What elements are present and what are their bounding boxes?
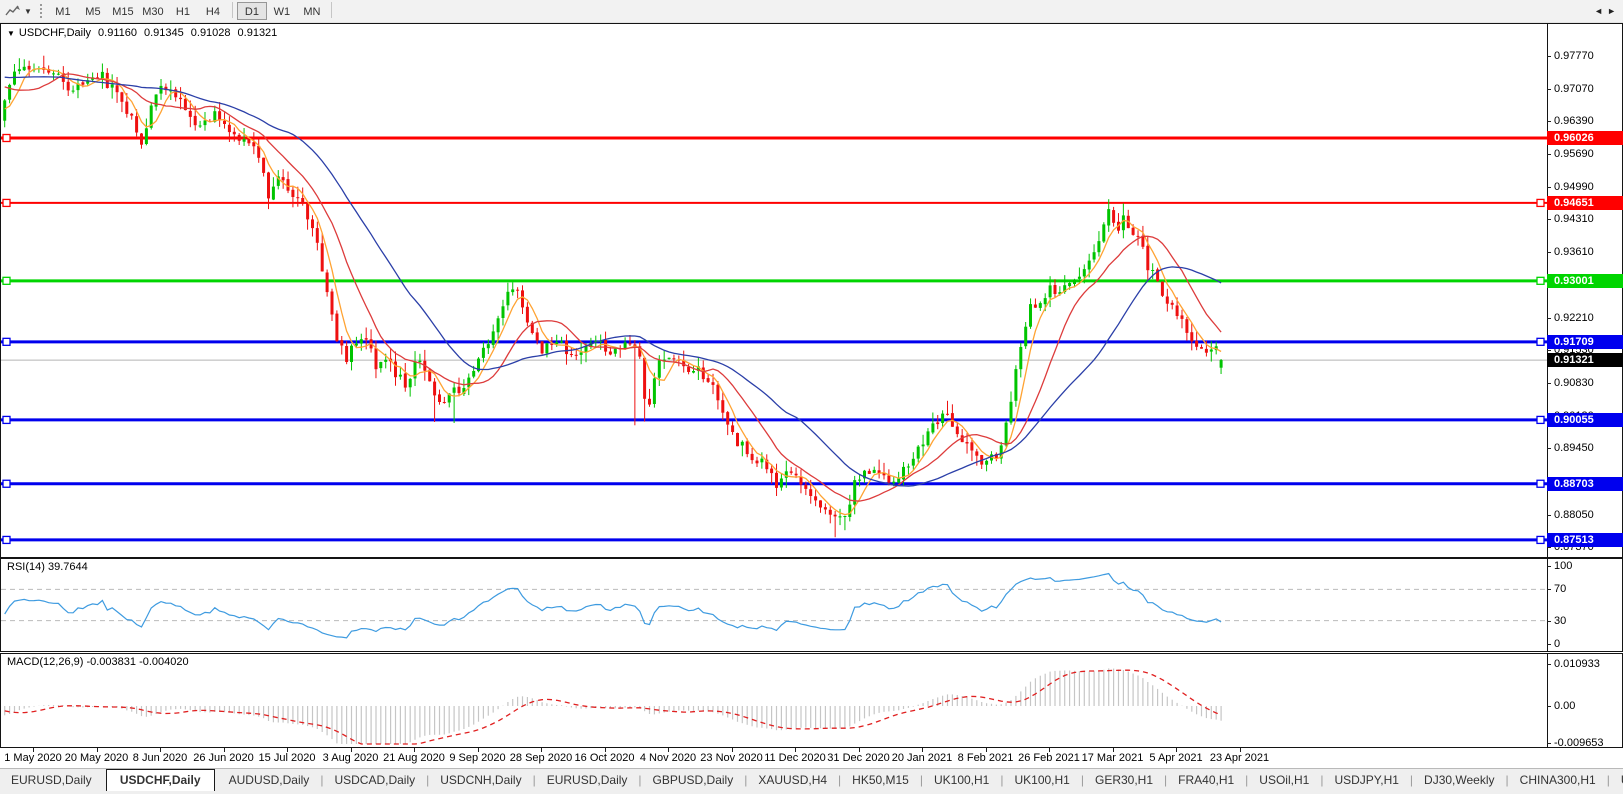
timeframe-button-W1[interactable]: W1 [267, 2, 297, 20]
timeframe-button-MN[interactable]: MN [297, 2, 327, 20]
date-tick-label: 3 Aug 2020 [322, 752, 379, 764]
date-tick-label: 4 Nov 2020 [639, 752, 697, 764]
symbol-title: USDCHF,Daily [18, 27, 92, 39]
chart-tab-bar: EURUSD,Daily|USDCHF,Daily|AUDUSD,Daily|U… [0, 768, 1623, 794]
tab-scroll-right-icon[interactable]: ► [1607, 6, 1620, 16]
chart-tab-DJ30-Weekly[interactable]: DJ30,Weekly [1413, 769, 1505, 791]
chart-tab-XAUUSD-H4[interactable]: XAUUSD,H4 [747, 769, 838, 791]
macd-axis-separator [1547, 654, 1548, 747]
tab-scroll-left-icon[interactable]: ◄ [1594, 6, 1607, 16]
chart-tab-UK100-H1[interactable]: UK100,H1 [1003, 769, 1080, 791]
rsi-label: RSI(14) 39.7644 [7, 561, 88, 573]
chart-tab-USDCNH-Daily[interactable]: USDCNH,Daily [429, 769, 532, 791]
date-tick-label: 8 Feb 2021 [957, 752, 1014, 764]
date-tick-label: 23 Nov 2020 [700, 752, 763, 764]
date-tick-label: 28 Sep 2020 [509, 752, 573, 764]
date-tick-label: 11 Dec 2020 [764, 752, 826, 764]
timeframe-button-H1[interactable]: H1 [168, 2, 198, 20]
date-tick-label: 1 May 2020 [4, 752, 62, 764]
tab-scroll-arrows: ◄► [1594, 6, 1620, 16]
timeframe-button-D1[interactable]: D1 [236, 2, 267, 20]
chart-tab-FRA40-H1[interactable]: FRA40,H1 [1167, 769, 1245, 791]
timeframe-button-M15[interactable]: M15 [108, 2, 138, 20]
timeframe-buttons: M1 M5 M15 M30 H1 H4 D1 W1 MN [48, 2, 336, 20]
dropdown-caret-icon[interactable]: ▼ [24, 7, 32, 16]
date-tick-label: 20 Jan 2021 [891, 752, 953, 764]
timeframes-toolbar: ▼ M1 M5 M15 M30 H1 H4 D1 W1 MN [0, 0, 1623, 23]
rsi-axis-separator [1547, 559, 1548, 651]
date-tick-label: 16 Oct 2020 [574, 752, 635, 764]
toolbar-grip-handle[interactable] [39, 4, 42, 18]
macd-panel[interactable]: MACD(12,26,9) -0.003831 -0.004020 [0, 653, 1623, 748]
chart-tab-GER30-H1[interactable]: GER30,H1 [1084, 769, 1164, 791]
chart-tab-USOil-H1[interactable]: USOil,H1 [1248, 769, 1320, 791]
macd-canvas[interactable] [1, 654, 1547, 747]
timeframe-button-M5[interactable]: M5 [78, 2, 108, 20]
ohlc-close: 0.91321 [237, 27, 278, 39]
mt4-chart-window: ▼ M1 M5 M15 M30 H1 H4 D1 W1 MN ▼ USDCHF,Daily 0.91… [0, 0, 1623, 794]
ohlc-high: 0.91345 [144, 27, 184, 39]
toolbar-separator [330, 2, 332, 18]
rsi-panel[interactable]: RSI(14) 39.7644 [0, 558, 1623, 652]
chart-tab-GBPUSD-Daily[interactable]: GBPUSD,Daily [642, 769, 745, 791]
macd-label: MACD(12,26,9) -0.003831 -0.004020 [7, 656, 189, 668]
symbol-caret-icon[interactable]: ▼ [7, 29, 15, 38]
timeframe-button-H4[interactable]: H4 [198, 2, 228, 20]
chart-tab-USDCAD-Daily[interactable]: USDCAD,Daily [323, 769, 426, 791]
date-tick-label: 31 Dec 2020 [827, 752, 890, 764]
toolbar-separator [231, 2, 233, 18]
chart-tab-CHINA300-H1[interactable]: CHINA300,H1 [1509, 769, 1607, 791]
date-tick-label: 23 Apr 2021 [1209, 752, 1270, 764]
chart-tab-USDCHF-Daily[interactable]: USDCHF,Daily [105, 769, 215, 791]
timeframe-button-M1[interactable]: M1 [48, 2, 78, 20]
date-tick-label: 8 Jun 2020 [132, 752, 188, 764]
chart-tab-AUDUSD-Daily[interactable]: AUDUSD,Daily [218, 769, 321, 791]
price-panel[interactable]: ▼ USDCHF,Daily 0.91160 0.91345 0.91028 0.9132… [0, 23, 1623, 558]
rsi-canvas[interactable] [1, 559, 1547, 651]
chart-tools-glyph [5, 5, 20, 16]
chart-tab-USDJPY-H1[interactable]: USDJPY,H1 [1323, 769, 1409, 791]
chart-tab-UK100-H1[interactable]: UK100,H1 [923, 769, 1000, 791]
chart-tab-EURUSD-Daily[interactable]: EURUSD,Daily [0, 769, 103, 791]
date-tick-label: 5 Apr 2021 [1149, 752, 1203, 764]
price-chart-canvas[interactable] [1, 24, 1547, 556]
chart-header: ▼ USDCHF,Daily 0.91160 0.91345 0.91028 0.9132… [7, 27, 277, 39]
date-tick-label: 15 Jul 2020 [258, 752, 316, 764]
chart-tools-icon[interactable] [3, 3, 23, 19]
price-axis-separator [1547, 24, 1548, 557]
ohlc-open: 0.91160 [98, 27, 137, 39]
chart-tab-U[interactable]: U [1610, 769, 1623, 791]
date-tick-label: 9 Sep 2020 [449, 752, 506, 764]
chart-tab-EURUSD-Daily[interactable]: EURUSD,Daily [536, 769, 639, 791]
timeframe-button-M30[interactable]: M30 [138, 2, 168, 20]
date-tick-label: 26 Jun 2020 [193, 752, 254, 764]
ohlc-low: 0.91028 [190, 27, 231, 39]
chart-tab-HK50-M15[interactable]: HK50,M15 [841, 769, 920, 791]
date-tick-label: 21 Aug 2020 [383, 752, 445, 764]
date-axis[interactable]: 1 May 2020 20 May 2020 8 Jun 2020 26 Jun 20… [0, 748, 1623, 767]
date-tick-label: 20 May 2020 [64, 752, 129, 764]
date-tick-label: 17 Mar 2021 [1081, 752, 1144, 764]
date-tick-label: 26 Feb 2021 [1018, 752, 1080, 764]
